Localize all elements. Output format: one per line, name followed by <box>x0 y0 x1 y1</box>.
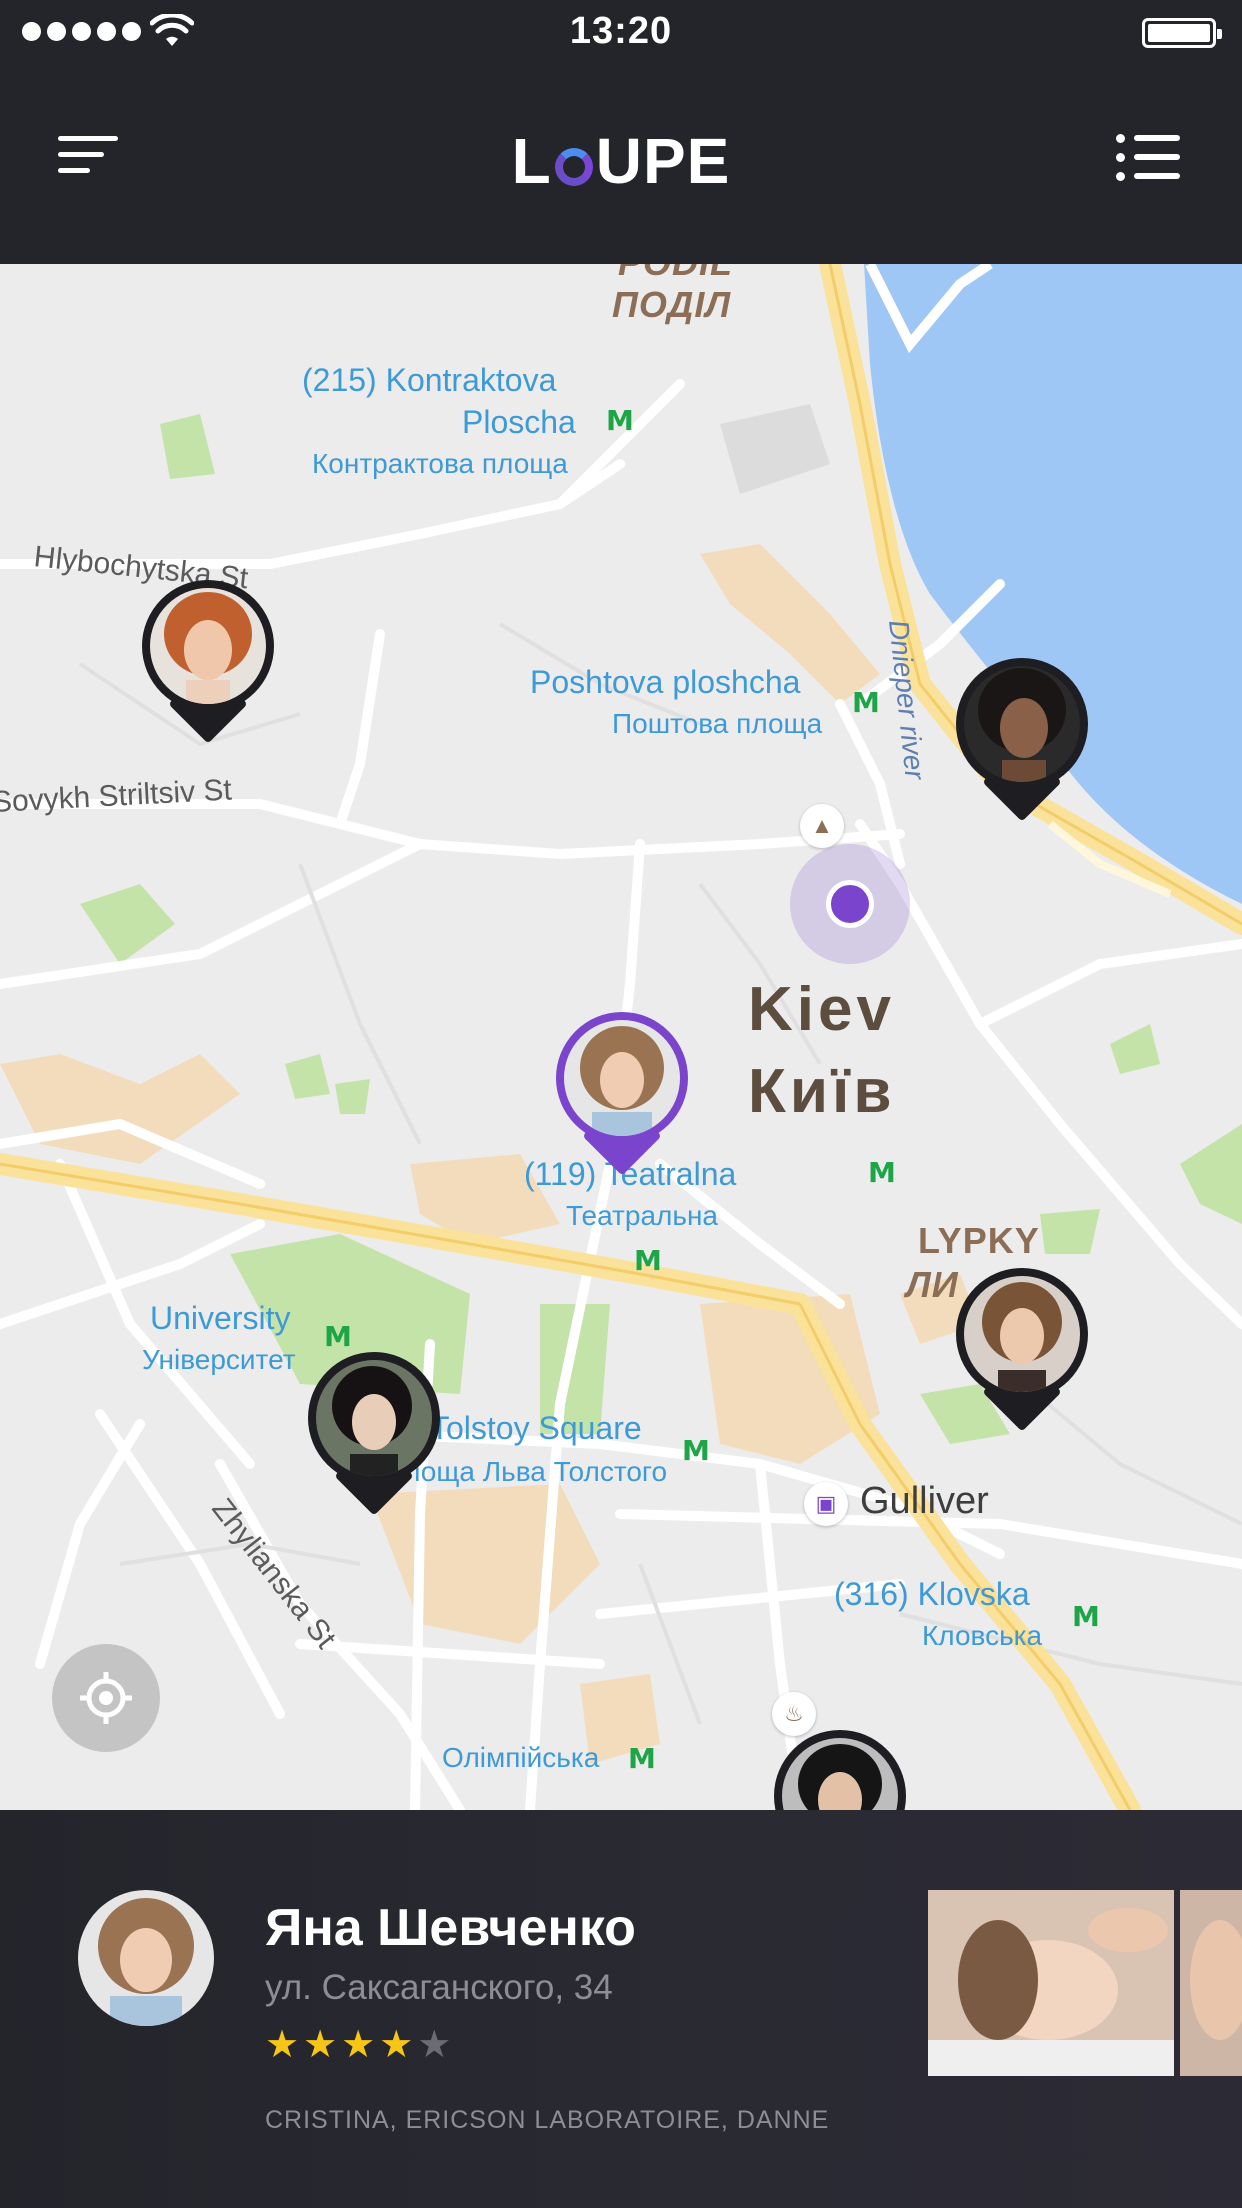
crosshair-icon <box>80 1672 132 1724</box>
metro-station-label-ua: Театральна <box>566 1200 718 1231</box>
avatar <box>564 1020 680 1136</box>
avatar <box>782 1738 898 1810</box>
landmark-icon[interactable]: ▲ <box>800 804 844 848</box>
metro-icon: M <box>628 1742 656 1775</box>
metro-station-label: Tolstoy Square <box>430 1410 642 1446</box>
metro-station-label-ua: Поштова площа <box>612 708 823 739</box>
app-logo: L UPE <box>511 125 731 197</box>
metro-icon: M <box>1072 1600 1100 1633</box>
avatar <box>150 588 266 704</box>
shopping-bag-icon[interactable]: ▣ <box>804 1482 848 1526</box>
status-time: 13:20 <box>569 10 673 52</box>
district-label: ЛИ <box>906 1264 959 1305</box>
avatar[interactable] <box>78 1890 214 2026</box>
specialist-address: ул. Саксаганского, 34 <box>265 1968 613 2007</box>
brands-list: CRISTINA, ERICSON LABORATOIRE, DANNE <box>265 2106 830 2134</box>
metro-station-label: (215) Kontraktova <box>302 362 557 398</box>
metro-station-label: Ploscha <box>462 404 576 440</box>
rating-stars: ★★★★★ <box>265 2022 455 2067</box>
metro-station-label-ua: Контрактова площа <box>312 448 568 479</box>
district-label: PODIL <box>618 264 733 284</box>
metro-station-label: (316) Klovska <box>834 1576 1030 1612</box>
city-label: Kiev <box>748 975 895 1044</box>
avatar <box>964 666 1080 782</box>
avatar <box>316 1360 432 1476</box>
specialist-name: Яна Шевченко <box>265 1899 636 1957</box>
star-filled-icon: ★★★★ <box>265 2024 418 2066</box>
metro-station-label: University <box>150 1300 291 1336</box>
metro-icon: M <box>324 1320 352 1353</box>
city-label-ua: Київ <box>748 1057 896 1126</box>
star-empty-icon: ★ <box>417 2024 456 2066</box>
status-bar: 13:20 <box>0 0 1242 64</box>
map-view[interactable]: PODIL ПОДІЛ (215) Kontraktova Ploscha M … <box>0 264 1242 1810</box>
locate-me-button[interactable] <box>52 1644 160 1752</box>
metro-icon: M <box>606 404 634 437</box>
metro-station-label: Олімпійська <box>442 1742 600 1773</box>
specialist-card[interactable]: Яна Шевченко ул. Саксаганского, 34 ★★★★★… <box>0 1810 1242 2208</box>
metro-icon: M <box>868 1156 896 1189</box>
user-location-dot <box>826 880 874 928</box>
district-label: LYPKY <box>918 1220 1040 1261</box>
metro-icon: M <box>682 1434 710 1467</box>
service-photo[interactable] <box>928 1890 1174 2076</box>
metro-icon: M <box>634 1244 662 1277</box>
avatar <box>964 1276 1080 1392</box>
metro-station-label-ua: Університет <box>142 1344 296 1375</box>
metro-station-label: Poshtova ploshcha <box>530 664 801 700</box>
list-view-button[interactable] <box>1116 134 1182 184</box>
battery-icon <box>1142 18 1222 48</box>
service-photo[interactable] <box>1180 1890 1242 2076</box>
district-label: ПОДІЛ <box>612 284 732 325</box>
top-navbar: L UPE <box>0 64 1242 264</box>
poi-label: Gulliver <box>860 1480 989 1522</box>
metro-icon: M <box>852 686 880 719</box>
spa-icon[interactable]: ♨ <box>772 1692 816 1736</box>
metro-station-label-ua: Кловська <box>922 1620 1043 1651</box>
